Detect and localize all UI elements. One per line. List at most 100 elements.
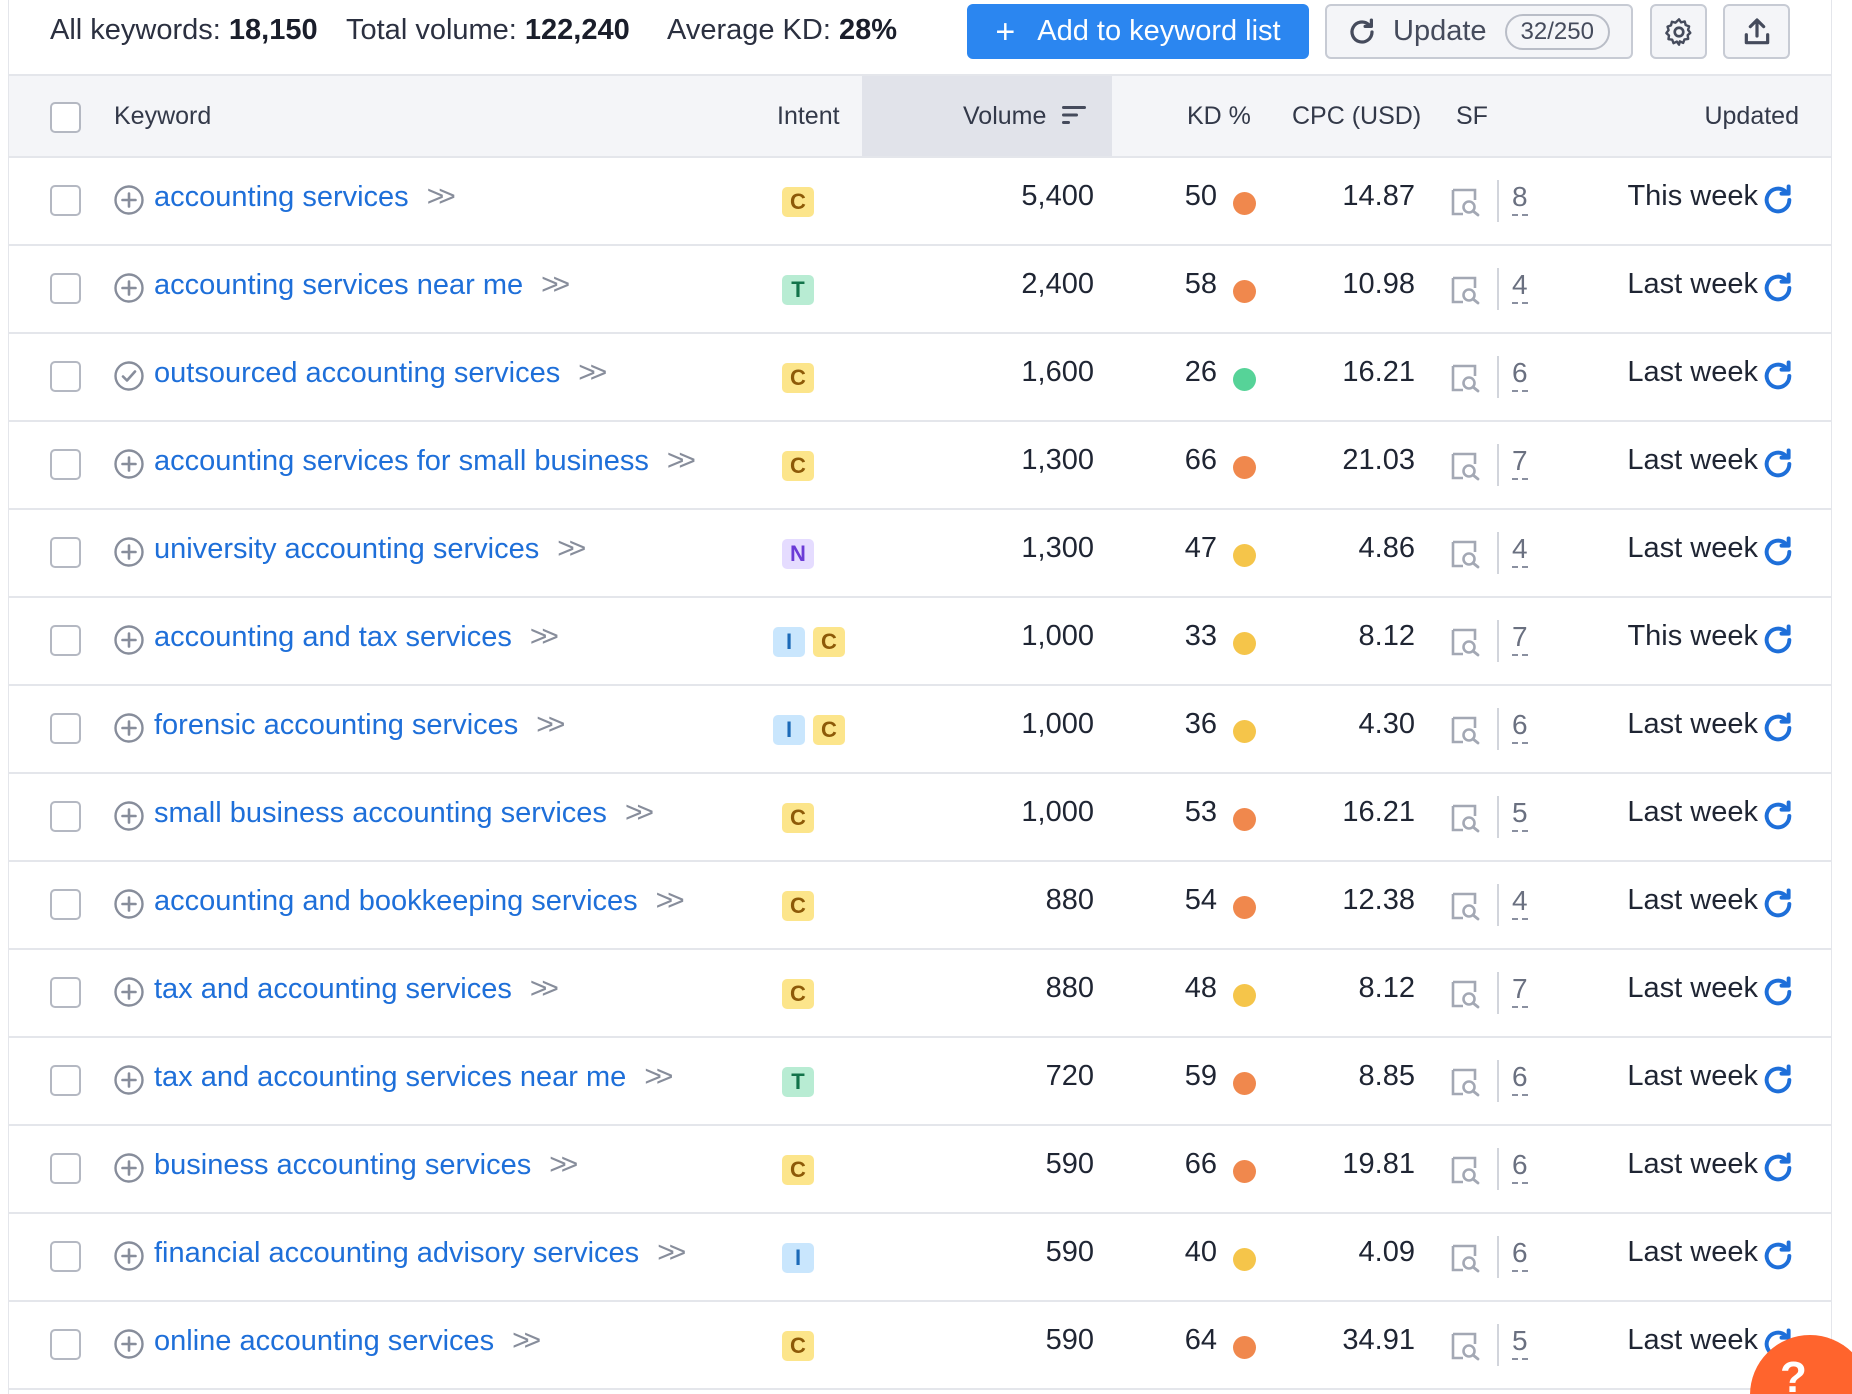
row-checkbox[interactable] <box>50 1153 81 1184</box>
column-header-keyword[interactable]: Keyword <box>114 102 211 131</box>
serp-features-icon[interactable] <box>1449 1243 1481 1273</box>
keyword-link[interactable]: accounting services near me >> <box>154 268 570 302</box>
serp-features-icon[interactable] <box>1449 451 1481 481</box>
add-keyword-icon[interactable] <box>113 1328 145 1360</box>
keyword-link[interactable]: online accounting services >> <box>154 1324 541 1358</box>
serp-features-count[interactable]: 6 <box>1512 1236 1528 1272</box>
serp-features-count[interactable]: 6 <box>1512 708 1528 744</box>
serp-features-count[interactable]: 6 <box>1512 356 1528 392</box>
add-keyword-icon[interactable] <box>113 976 145 1008</box>
add-keyword-icon[interactable] <box>113 184 145 216</box>
refresh-icon[interactable] <box>1761 711 1795 745</box>
serp-features-count[interactable]: 7 <box>1512 444 1528 480</box>
keyword-link[interactable]: accounting services for small business >> <box>154 444 696 478</box>
double-chevron-icon[interactable]: >> <box>657 1236 686 1269</box>
double-chevron-icon[interactable]: >> <box>536 708 565 741</box>
double-chevron-icon[interactable]: >> <box>427 180 456 213</box>
update-button[interactable]: Update 32/250 <box>1325 4 1633 59</box>
refresh-icon[interactable] <box>1761 271 1795 305</box>
column-header-volume[interactable]: Volume <box>963 102 1087 131</box>
add-keyword-icon[interactable] <box>113 448 145 480</box>
serp-features-icon[interactable] <box>1449 539 1481 569</box>
keyword-link[interactable]: accounting services >> <box>154 180 456 214</box>
row-checkbox[interactable] <box>50 1065 81 1096</box>
double-chevron-icon[interactable]: >> <box>625 796 654 829</box>
serp-features-icon[interactable] <box>1449 715 1481 745</box>
add-to-keyword-list-button[interactable]: + Add to keyword list <box>967 4 1309 59</box>
row-checkbox[interactable] <box>50 361 81 392</box>
double-chevron-icon[interactable]: >> <box>530 972 559 1005</box>
export-button[interactable] <box>1723 4 1790 59</box>
row-checkbox[interactable] <box>50 273 81 304</box>
settings-button[interactable] <box>1650 4 1707 59</box>
row-checkbox[interactable] <box>50 449 81 480</box>
serp-features-count[interactable]: 4 <box>1512 268 1528 304</box>
column-header-kd[interactable]: KD % <box>1187 102 1251 131</box>
serp-features-icon[interactable] <box>1449 1067 1481 1097</box>
double-chevron-icon[interactable]: >> <box>512 1324 541 1357</box>
keyword-link[interactable]: tax and accounting services near me >> <box>154 1060 673 1094</box>
serp-features-icon[interactable] <box>1449 891 1481 921</box>
add-keyword-icon[interactable] <box>113 272 145 304</box>
serp-features-count[interactable]: 4 <box>1512 884 1528 920</box>
double-chevron-icon[interactable]: >> <box>530 620 559 653</box>
row-checkbox[interactable] <box>50 185 81 216</box>
refresh-icon[interactable] <box>1761 359 1795 393</box>
column-header-updated[interactable]: Updated <box>1609 102 1799 131</box>
refresh-icon[interactable] <box>1761 799 1795 833</box>
double-chevron-icon[interactable]: >> <box>557 532 586 565</box>
add-keyword-icon[interactable] <box>113 888 145 920</box>
serp-features-icon[interactable] <box>1449 187 1481 217</box>
double-chevron-icon[interactable]: >> <box>656 884 685 917</box>
refresh-icon[interactable] <box>1761 447 1795 481</box>
serp-features-count[interactable]: 5 <box>1512 1324 1528 1360</box>
refresh-icon[interactable] <box>1761 975 1795 1009</box>
refresh-icon[interactable] <box>1761 887 1795 921</box>
keyword-link[interactable]: accounting and bookkeeping services >> <box>154 884 685 918</box>
row-checkbox[interactable] <box>50 713 81 744</box>
refresh-icon[interactable] <box>1761 1151 1795 1185</box>
serp-features-count[interactable]: 7 <box>1512 972 1528 1008</box>
refresh-icon[interactable] <box>1761 183 1795 217</box>
keyword-link[interactable]: accounting and tax services >> <box>154 620 559 654</box>
select-all-checkbox[interactable] <box>50 102 81 133</box>
add-keyword-icon[interactable] <box>113 1152 145 1184</box>
add-keyword-icon[interactable] <box>113 624 145 656</box>
keyword-link[interactable]: university accounting services >> <box>154 532 586 566</box>
column-header-intent[interactable]: Intent <box>777 102 840 131</box>
refresh-icon[interactable] <box>1761 535 1795 569</box>
serp-features-count[interactable]: 7 <box>1512 620 1528 656</box>
add-keyword-icon[interactable] <box>113 1064 145 1096</box>
add-keyword-icon[interactable] <box>113 536 145 568</box>
keyword-link[interactable]: financial accounting advisory services >> <box>154 1236 686 1270</box>
serp-features-icon[interactable] <box>1449 979 1481 1009</box>
double-chevron-icon[interactable]: >> <box>578 356 607 389</box>
serp-features-count[interactable]: 4 <box>1512 532 1528 568</box>
row-checkbox[interactable] <box>50 537 81 568</box>
column-header-cpc[interactable]: CPC (USD) <box>1292 102 1421 131</box>
serp-features-icon[interactable] <box>1449 1331 1481 1361</box>
keyword-link[interactable]: outsourced accounting services >> <box>154 356 607 390</box>
add-keyword-icon[interactable] <box>113 1240 145 1272</box>
add-keyword-icon[interactable] <box>113 712 145 744</box>
keyword-link[interactable]: business accounting services >> <box>154 1148 578 1182</box>
row-checkbox[interactable] <box>50 889 81 920</box>
refresh-icon[interactable] <box>1761 1239 1795 1273</box>
double-chevron-icon[interactable]: >> <box>541 268 570 301</box>
row-checkbox[interactable] <box>50 1241 81 1272</box>
keyword-link[interactable]: forensic accounting services >> <box>154 708 565 742</box>
refresh-icon[interactable] <box>1761 623 1795 657</box>
serp-features-icon[interactable] <box>1449 627 1481 657</box>
double-chevron-icon[interactable]: >> <box>549 1148 578 1181</box>
serp-features-icon[interactable] <box>1449 803 1481 833</box>
add-keyword-icon[interactable] <box>113 800 145 832</box>
serp-features-count[interactable]: 6 <box>1512 1060 1528 1096</box>
serp-features-icon[interactable] <box>1449 363 1481 393</box>
double-chevron-icon[interactable]: >> <box>667 444 696 477</box>
refresh-icon[interactable] <box>1761 1063 1795 1097</box>
double-chevron-icon[interactable]: >> <box>644 1060 673 1093</box>
column-header-sf[interactable]: SF <box>1456 102 1488 131</box>
keyword-link[interactable]: small business accounting services >> <box>154 796 654 830</box>
serp-features-count[interactable]: 6 <box>1512 1148 1528 1184</box>
serp-features-icon[interactable] <box>1449 1155 1481 1185</box>
